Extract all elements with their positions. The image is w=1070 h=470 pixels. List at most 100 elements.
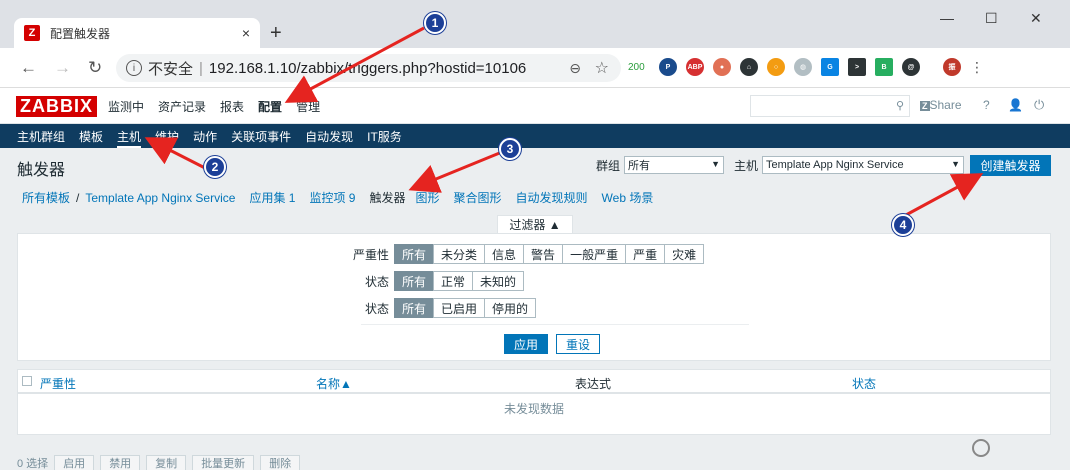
chevron-down-icon: ▼ [951,159,961,169]
column-status[interactable]: 状态 [852,375,876,392]
filter-toggle-tab[interactable]: 过滤器 ▲ [497,215,573,233]
profile-avatar[interactable]: 振 [943,58,961,76]
severity-option-info[interactable]: 信息 [484,244,525,264]
submenu-host-groups[interactable]: 主机群组 [17,128,65,148]
minimize-icon[interactable]: — [940,10,954,26]
browser-menu-icon[interactable]: ⋮ [970,59,984,76]
state-option-all[interactable]: 所有 [394,271,435,291]
submenu-discovery[interactable]: 自动发现 [305,128,353,148]
new-tab-button[interactable]: + [270,22,282,45]
submenu-it-services[interactable]: IT服务 [367,128,402,148]
disable-button[interactable]: 禁用 [100,455,141,470]
submenu-templates[interactable]: 模板 [79,128,103,148]
extension-icon[interactable]: P [659,58,677,76]
extension-icon[interactable]: ◍ [794,58,812,76]
sub-navigation: 主机群组 模板 主机 维护 动作 关联项事件 自动发现 IT服务 [0,124,1070,148]
zoom-icon[interactable]: ⊖ [569,60,581,77]
status-option-all[interactable]: 所有 [394,298,435,318]
forward-arrow-icon[interactable]: → [54,58,71,78]
breadcrumb-template[interactable]: Template App Nginx Service [85,191,235,205]
apply-button[interactable]: 应用 [504,334,548,354]
status-option-disabled[interactable]: 停用的 [484,298,537,318]
extension-icon[interactable]: ○ [767,58,785,76]
state-option-normal[interactable]: 正常 [433,271,474,291]
menu-configuration[interactable]: 配置 [258,98,282,115]
extension-icon[interactable]: ⌂ [740,58,758,76]
tab-close-icon[interactable]: × [242,25,250,41]
filter-divider [361,324,749,325]
address-bar[interactable]: i 不安全 | 192.168.1.10/zabbix/triggers.php… [116,54,621,82]
share-button[interactable]: Z Share [920,98,962,112]
share-label: Share [929,98,962,112]
state-option-unknown[interactable]: 未知的 [472,271,525,291]
tab-items[interactable]: 监控项 9 [309,189,355,206]
severity-option-high[interactable]: 严重 [625,244,666,264]
state-label: 状态 [364,274,389,289]
submenu-correlation[interactable]: 关联项事件 [231,128,291,148]
extension-icon[interactable]: B [875,58,893,76]
severity-option-average[interactable]: 一般严重 [562,244,627,264]
menu-inventory[interactable]: 资产记录 [158,98,206,115]
bookmark-star-icon[interactable]: ☆ [595,58,609,78]
table-header: 严重性 名称▲ 表达式 状态 [18,370,1050,394]
tab-applications[interactable]: 应用集 1 [249,189,295,206]
tab-web-scenarios[interactable]: Web 场景 [602,189,654,206]
info-icon[interactable]: i [126,60,142,76]
severity-segmented-control: 所有 未分类 信息 警告 一般严重 严重 灾难 [394,244,705,264]
zabbix-favicon-icon: Z [24,25,40,41]
menu-administration[interactable]: 管理 [296,98,320,115]
close-window-icon[interactable]: ✕ [1030,10,1042,27]
browser-tab-bar: Z 配置触发器 × + — ☐ ✕ [0,0,1070,48]
tab-screens[interactable]: 聚合图形 [454,189,502,206]
breadcrumb-separator: / [76,190,80,205]
terminal-icon[interactable]: > [848,58,866,76]
logout-icon[interactable]: ⏻ [1034,97,1044,113]
annotation-badge-2: 2 [204,156,226,178]
create-trigger-button[interactable]: 创建触发器 [970,155,1051,176]
group-select[interactable]: 所有 ▼ [624,156,725,174]
tab-graphs[interactable]: 图形 [415,189,439,206]
search-icon[interactable]: ⚲ [896,99,904,112]
submenu-maintenance[interactable]: 维护 [155,128,179,148]
severity-filter-row: 严重性 所有 未分类 信息 警告 一般严重 严重 灾难 [345,244,705,264]
severity-option-unclassified[interactable]: 未分类 [433,244,486,264]
status-label: 状态 [364,301,389,316]
tab-triggers[interactable]: 触发器 [369,189,405,206]
reset-button[interactable]: 重设 [556,334,600,354]
tab-discovery-rules[interactable]: 自动发现规则 [516,189,588,206]
annotation-badge-3: 3 [499,138,521,160]
severity-option-disaster[interactable]: 灾难 [664,244,705,264]
mass-update-button[interactable]: 批量更新 [192,455,255,470]
adblock-icon[interactable]: ABP [686,58,704,76]
breadcrumb-all-templates[interactable]: 所有模板 [22,189,70,206]
menu-reports[interactable]: 报表 [220,98,244,115]
reload-icon[interactable]: ↻ [88,58,102,78]
back-arrow-icon[interactable]: ← [20,58,37,78]
extension-icon[interactable]: ● [713,58,731,76]
status-option-enabled[interactable]: 已启用 [433,298,486,318]
host-label: 主机 [734,158,759,173]
severity-option-warning[interactable]: 警告 [523,244,564,264]
copy-button[interactable]: 复制 [146,455,187,470]
maximize-icon[interactable]: ☐ [985,10,998,27]
extension-badge[interactable]: 200 [628,62,650,73]
column-name[interactable]: 名称▲ [316,375,352,392]
submenu-hosts[interactable]: 主机 [117,128,142,148]
url-separator: | [199,59,203,77]
search-input[interactable]: ⚲ [750,95,910,117]
extension-icon[interactable]: @ [902,58,920,76]
submenu-actions[interactable]: 动作 [193,128,217,148]
severity-option-all[interactable]: 所有 [394,244,435,264]
help-icon[interactable]: ? [983,98,990,112]
not-secure-label: 不安全 [148,60,194,78]
translate-icon[interactable]: G [821,58,839,76]
user-icon[interactable]: 👤 [1008,98,1023,112]
enable-button[interactable]: 启用 [54,455,95,470]
zabbix-logo[interactable]: ZABBIX [16,96,97,117]
delete-button[interactable]: 删除 [260,455,301,470]
select-all-checkbox[interactable] [22,376,32,386]
menu-monitoring[interactable]: 监测中 [108,98,144,115]
column-severity[interactable]: 严重性 [40,375,76,392]
browser-tab[interactable]: Z 配置触发器 × [14,18,260,48]
host-select[interactable]: Template App Nginx Service ▼ [762,156,965,174]
